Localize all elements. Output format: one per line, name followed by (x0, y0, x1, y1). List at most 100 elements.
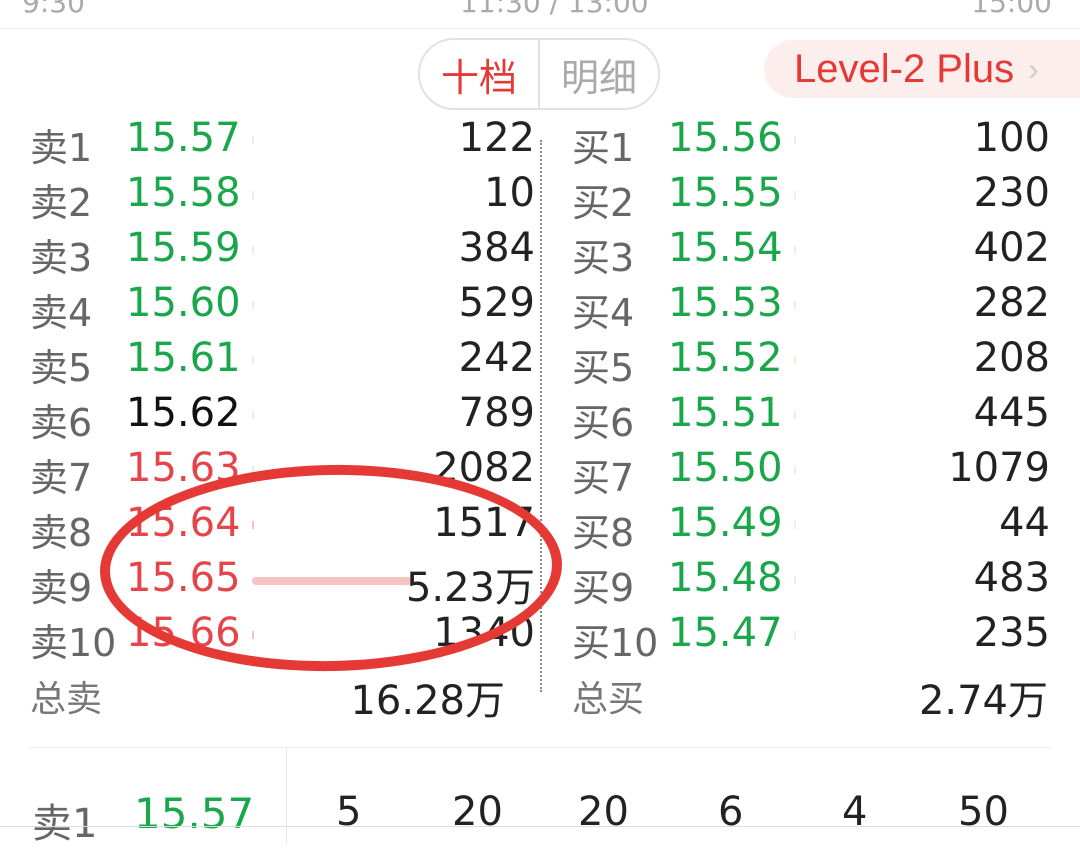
sell-volume: 529 (458, 280, 535, 326)
buy-level-label: 买7 (572, 456, 635, 500)
sell-row[interactable]: 卖6 15.62 789 (30, 388, 535, 445)
buy-row[interactable]: 买8 15.49 44 (572, 498, 1050, 555)
buy-row[interactable]: 买3 15.54 402 (572, 223, 1050, 280)
buy-row[interactable]: 买1 15.56 100 (572, 113, 1050, 170)
sell-volume: 1517 (433, 500, 535, 546)
time-mid-label: 11:30 / 13:00 (460, 0, 649, 19)
buy-level-label: 买2 (572, 181, 635, 225)
total-sell-label: 总卖 (30, 679, 103, 720)
total-buy: 总买 2.74万 (572, 666, 1048, 724)
buy-row[interactable]: 买9 15.48 483 (572, 553, 1050, 610)
tab-ten-levels[interactable]: 十档 (420, 40, 540, 108)
sell-volume: 1340 (433, 610, 535, 656)
sell-price: 15.58 (126, 170, 241, 216)
buy-volume: 282 (973, 280, 1050, 326)
buy-level-label: 买1 (572, 126, 635, 170)
queue-quantity: 5 (336, 789, 362, 835)
buy-price: 15.51 (668, 390, 783, 436)
sell-order-list: 卖1 15.57 122 卖2 15.58 10 卖3 15.59 384 卖4… (30, 113, 535, 665)
buy-volume: 445 (973, 390, 1050, 436)
buy-price: 15.48 (668, 555, 783, 601)
queue-quantity: 6 (718, 789, 744, 835)
queue-quantity: 50 (958, 789, 1009, 835)
queue-quantity: 20 (452, 789, 503, 835)
tab-details[interactable]: 明细 (540, 40, 658, 108)
buy-volume: 235 (973, 610, 1050, 656)
orderbook-mode-toggle: 十档 明细 (418, 38, 660, 110)
sell-level-label: 卖5 (30, 346, 93, 390)
buy-row[interactable]: 买2 15.55 230 (572, 168, 1050, 225)
sell-row[interactable]: 卖10 15.66 1340 (30, 608, 535, 665)
buy-price: 15.49 (668, 500, 783, 546)
orderbook-divider (540, 140, 542, 692)
buy-volume: 100 (973, 115, 1050, 161)
volume-bar (252, 191, 254, 199)
buy-row[interactable]: 买10 15.47 235 (572, 608, 1050, 665)
sell-row[interactable]: 卖7 15.63 2082 (30, 443, 535, 500)
sell-price: 15.57 (126, 115, 241, 161)
sell-price: 15.64 (126, 500, 241, 546)
buy-order-list: 买1 15.56 100 买2 15.55 230 买3 15.54 402 买… (572, 113, 1050, 665)
total-buy-label: 总买 (572, 679, 645, 720)
volume-bar (794, 411, 796, 419)
volume-bar (252, 521, 254, 529)
sell-volume: 10 (484, 170, 535, 216)
buy-row[interactable]: 买6 15.51 445 (572, 388, 1050, 445)
sell-row[interactable]: 卖5 15.61 242 (30, 333, 535, 390)
sell-volume: 789 (458, 390, 535, 436)
sell-level-label: 卖7 (30, 456, 93, 500)
buy-level-label: 买10 (572, 621, 659, 665)
buy-price: 15.56 (668, 115, 783, 161)
sell-volume: 2082 (433, 445, 535, 491)
buy-price: 15.50 (668, 445, 783, 491)
volume-bar (252, 466, 254, 474)
sell-level-label: 卖4 (30, 291, 93, 335)
queue-separator (286, 748, 287, 844)
sell-level-label: 卖1 (30, 126, 93, 170)
volume-bar (794, 631, 796, 639)
sell-level-label: 卖3 (30, 236, 93, 280)
sell-row[interactable]: 卖4 15.60 529 (30, 278, 535, 335)
buy-price: 15.52 (668, 335, 783, 381)
sell-price: 15.66 (126, 610, 241, 656)
section-divider (30, 747, 1050, 748)
volume-bar (794, 521, 796, 529)
level2-plus-button[interactable]: Level-2 Plus › (764, 40, 1080, 98)
time-start-label: 9:30 (22, 0, 85, 19)
buy-volume: 402 (973, 225, 1050, 271)
order-queue-row[interactable]: 卖1 15.57 5 20 20 6 4 50 (0, 748, 1080, 847)
buy-volume: 208 (973, 335, 1050, 381)
time-axis: 9:30 11:30 / 13:00 15:00 (0, 0, 1080, 29)
chevron-right-icon: › (1028, 50, 1039, 87)
buy-row[interactable]: 买7 15.50 1079 (572, 443, 1050, 500)
buy-price: 15.55 (668, 170, 783, 216)
volume-bar (252, 411, 254, 419)
sell-volume: 384 (458, 225, 535, 271)
volume-bar (794, 576, 796, 584)
volume-bar (252, 356, 254, 364)
sell-volume: 122 (458, 115, 535, 161)
queue-level-label: 卖1 (32, 801, 98, 847)
sell-row[interactable]: 卖3 15.59 384 (30, 223, 535, 280)
sell-row[interactable]: 卖9 15.65 5.23万 (30, 553, 535, 611)
queue-price: 15.57 (134, 789, 255, 838)
volume-bar (794, 136, 796, 144)
sell-row[interactable]: 卖1 15.57 122 (30, 113, 535, 170)
sell-price: 15.65 (126, 555, 241, 601)
total-buy-value: 2.74万 (918, 678, 1048, 724)
sell-row[interactable]: 卖8 15.64 1517 (30, 498, 535, 555)
buy-level-label: 买3 (572, 236, 635, 280)
buy-row[interactable]: 买5 15.52 208 (572, 333, 1050, 390)
buy-level-label: 买9 (572, 566, 635, 610)
volume-bar (794, 356, 796, 364)
total-sell-value: 16.28万 (350, 678, 505, 724)
sell-level-label: 卖6 (30, 401, 93, 445)
sell-volume: 5.23万 (405, 565, 535, 611)
volume-bar (252, 246, 254, 254)
volume-bar-large (252, 577, 412, 585)
level2-plus-label: Level-2 Plus (794, 46, 1015, 91)
sell-row[interactable]: 卖2 15.58 10 (30, 168, 535, 225)
sell-volume: 242 (458, 335, 535, 381)
buy-row[interactable]: 买4 15.53 282 (572, 278, 1050, 335)
queue-quantity: 4 (842, 789, 868, 835)
